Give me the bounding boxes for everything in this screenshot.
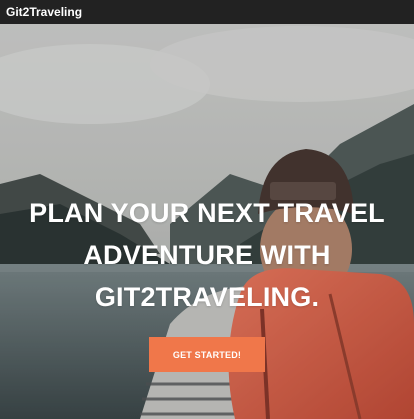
get-started-button[interactable]: GET STARTED!	[149, 337, 265, 372]
headline-line-1: PLAN YOUR NEXT TRAVEL	[29, 198, 385, 228]
headline-line-2: ADVENTURE WITH	[83, 240, 331, 270]
hero-headline: PLAN YOUR NEXT TRAVEL ADVENTURE WITH GIT…	[0, 192, 414, 318]
brand-link[interactable]: Git2Traveling	[6, 5, 82, 19]
hero-section: PLAN YOUR NEXT TRAVEL ADVENTURE WITH GIT…	[0, 24, 414, 419]
headline-line-3: GIT2TRAVELING.	[94, 282, 320, 312]
navbar: Git2Traveling	[0, 0, 414, 24]
